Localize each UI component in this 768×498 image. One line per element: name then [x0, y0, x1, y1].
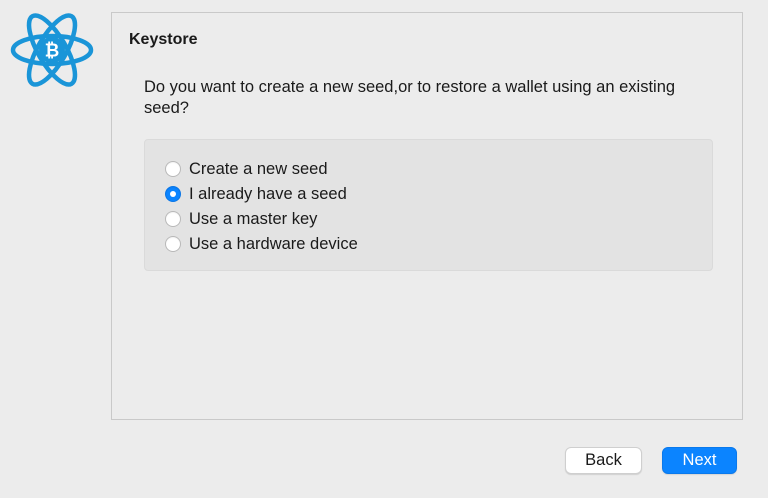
next-button[interactable]: Next [662, 447, 737, 474]
option-create-new-seed[interactable]: Create a new seed [165, 158, 328, 180]
seed-question-text: Do you want to create a new seed,or to r… [144, 78, 676, 117]
option-label: I already have a seed [189, 184, 347, 203]
option-label: Use a master key [189, 209, 318, 228]
keystore-options-group: Create a new seed I already have a seed … [144, 139, 713, 271]
svg-text:₿: ₿ [45, 41, 60, 62]
back-button[interactable]: Back [565, 447, 642, 474]
electrum-logo-icon: ₿ [8, 10, 100, 90]
option-hardware-device[interactable]: Use a hardware device [165, 233, 358, 255]
radio-create-new-seed[interactable] [165, 161, 181, 177]
wallet-wizard-window: ₿ Keystore Do you want to create a new s… [0, 0, 768, 498]
radio-already-have-seed[interactable] [165, 186, 181, 202]
panel-title: Keystore [129, 31, 198, 48]
option-label: Create a new seed [189, 159, 328, 178]
radio-master-key[interactable] [165, 211, 181, 227]
option-master-key[interactable]: Use a master key [165, 208, 317, 230]
radio-hardware-device[interactable] [165, 236, 181, 252]
keystore-panel: Keystore Do you want to create a new see… [111, 12, 743, 420]
option-already-have-seed[interactable]: I already have a seed [165, 183, 347, 205]
option-label: Use a hardware device [189, 234, 358, 253]
